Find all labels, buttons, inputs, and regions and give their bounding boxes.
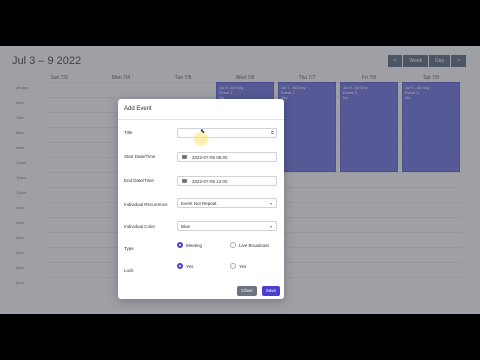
radio-icon — [230, 263, 236, 269]
dialog-title: Add Event — [124, 106, 152, 112]
close-button[interactable]: Close — [237, 286, 257, 296]
calendar-icon — [182, 179, 187, 183]
radio-selected-icon — [177, 242, 183, 248]
type-option-label: Live Broadcast — [239, 242, 269, 248]
recurrence-label: Individual Recurrence — [124, 202, 168, 207]
divider — [118, 119, 284, 120]
recurrence-select[interactable]: Event Not Repeat ▾ — [177, 198, 277, 208]
color-select[interactable]: Blue ▾ — [177, 221, 277, 231]
end-label: End Date/Time — [124, 178, 154, 183]
lock-option-label: Yes — [239, 263, 247, 269]
lock-label: Lock — [124, 268, 134, 273]
type-label: Type — [124, 246, 134, 251]
title-input[interactable] — [177, 128, 277, 138]
start-datetime-input[interactable]: 2022-07-06 06:00 — [177, 152, 277, 162]
radio-selected-icon — [177, 263, 183, 269]
mouse-pointer-icon: ⬉ — [200, 129, 206, 135]
start-label: Start Date/Time — [124, 154, 156, 159]
type-option-label: Meeting — [186, 242, 203, 248]
title-label: Title — [124, 130, 133, 135]
radio-icon — [230, 242, 236, 248]
start-datetime-value: 2022-07-06 06:00 — [192, 155, 228, 160]
chevron-down-icon: ▾ — [269, 201, 272, 206]
color-value: Blue — [181, 224, 191, 229]
recurrence-value: Event Not Repeat — [181, 201, 217, 206]
color-label: Individual Color — [124, 224, 156, 229]
calendar-icon — [182, 155, 187, 159]
lock-option-yes[interactable]: Yes — [177, 263, 193, 269]
type-option-broadcast[interactable]: Live Broadcast — [230, 242, 269, 248]
lock-option-label: Yes — [186, 263, 194, 269]
type-option-meeting[interactable]: Meeting — [177, 242, 202, 248]
save-button[interactable]: Save — [262, 286, 280, 296]
lock-option-no[interactable]: Yes — [230, 263, 246, 269]
clear-icon[interactable]: ⧉ — [271, 130, 274, 135]
end-datetime-value: 2022-07-06 12:00 — [192, 179, 228, 184]
end-datetime-input[interactable]: 2022-07-06 12:00 — [177, 176, 277, 186]
chevron-down-icon: ▾ — [269, 224, 272, 229]
